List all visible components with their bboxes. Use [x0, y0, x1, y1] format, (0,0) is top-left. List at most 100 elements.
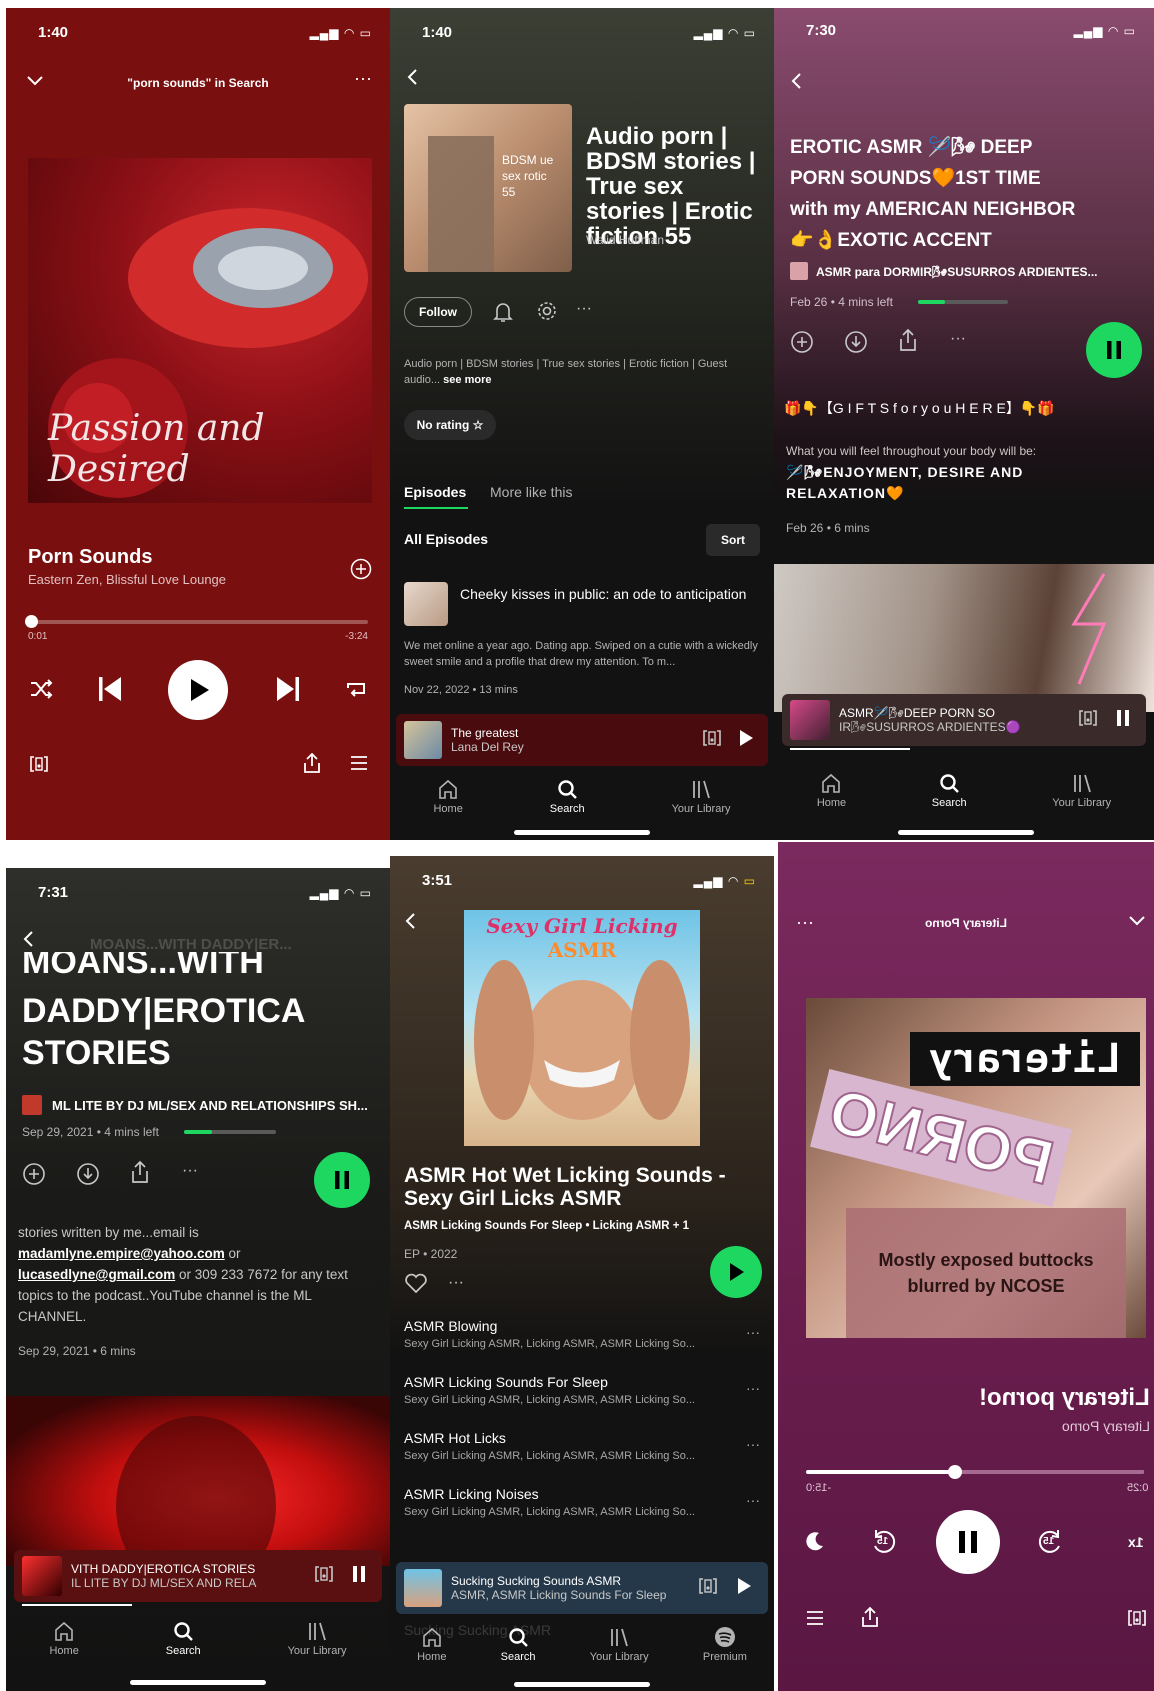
- tab-episodes[interactable]: Episodes: [404, 484, 466, 500]
- back-icon[interactable]: [22, 930, 34, 953]
- mini-pause-icon[interactable]: [1116, 709, 1130, 732]
- mini-player[interactable]: ASMR🪡🌬DEEP PORN SO IR🌬SUSURROS ARDIENTES…: [782, 694, 1146, 746]
- connect-device-icon[interactable]: [701, 728, 723, 753]
- nav-home[interactable]: Home: [817, 772, 846, 809]
- relax-line: RELAXATION🧡: [786, 485, 905, 501]
- nav-home[interactable]: Home: [49, 1620, 79, 1657]
- panel-now-playing-porn-sounds: 1:40 ▂▄▆ ◠ ▭ "porn sounds" in Search ···…: [6, 8, 390, 840]
- repeat-icon[interactable]: [344, 678, 368, 705]
- album-artists[interactable]: ASMR Licking Sounds For Sleep • Licking …: [404, 1220, 689, 1232]
- skip-back-seconds: 15: [877, 1536, 889, 1547]
- mini-play-icon[interactable]: [738, 729, 754, 752]
- back-icon[interactable]: [406, 68, 418, 91]
- previous-icon[interactable]: [96, 674, 124, 709]
- connect-device-icon[interactable]: [697, 1576, 719, 1601]
- elapsed-time: -15:0: [806, 1482, 832, 1494]
- show-name[interactable]: ML LITE BY DJ ML/SEX AND RELATIONSHIPS S…: [52, 1098, 368, 1113]
- share-icon[interactable]: [860, 1606, 880, 1633]
- queue-icon[interactable]: [350, 755, 368, 776]
- nav-search[interactable]: Search: [501, 1626, 536, 1663]
- share-icon[interactable]: [302, 752, 322, 779]
- nav-premium[interactable]: Premium: [703, 1626, 747, 1663]
- shuffle-icon[interactable]: [28, 676, 54, 707]
- track-more-icon[interactable]: ···: [746, 1492, 760, 1508]
- mini-player[interactable]: Sucking Sucking Sounds ASMR ASMR, ASMR L…: [396, 1562, 768, 1614]
- next-icon[interactable]: [274, 674, 302, 709]
- episode-title[interactable]: Cheeky kisses in public: an ode to antic…: [460, 584, 750, 604]
- pause-button[interactable]: [314, 1152, 370, 1208]
- nav-library[interactable]: Your Library: [288, 1620, 346, 1657]
- track-row[interactable]: ASMR Licking Sounds For Sleep Sexy Girl L…: [404, 1374, 760, 1406]
- mini-pause-icon[interactable]: [352, 1565, 366, 1588]
- track-more-icon[interactable]: ···: [746, 1380, 760, 1396]
- see-more-link[interactable]: see more: [443, 374, 491, 386]
- pause-button[interactable]: [1086, 322, 1142, 378]
- player-header-title: "porn sounds" in Search: [127, 76, 269, 90]
- share-icon[interactable]: [130, 1160, 150, 1189]
- download-icon[interactable]: [844, 330, 868, 359]
- pause-button[interactable]: [936, 1510, 1000, 1574]
- track-row[interactable]: ASMR Blowing Sexy Girl Licking ASMR, Lick…: [404, 1318, 760, 1350]
- sort-button[interactable]: Sort: [706, 524, 760, 556]
- mini-play-icon[interactable]: [736, 1577, 752, 1600]
- seek-knob[interactable]: [947, 1465, 962, 1479]
- track-row[interactable]: ASMR Hot Licks Sexy Girl Licking ASMR, Li…: [404, 1430, 760, 1462]
- share-icon[interactable]: [898, 328, 918, 357]
- sleep-timer-moon-icon[interactable]: [804, 1530, 826, 1557]
- album-art: Literary PORNO Mostly exposed buttocks b…: [806, 998, 1146, 1338]
- back-icon[interactable]: [404, 912, 416, 935]
- more-options-icon[interactable]: ···: [576, 300, 592, 318]
- add-to-library-icon[interactable]: [350, 558, 372, 585]
- home-indicator: [514, 830, 650, 835]
- bell-icon[interactable]: [492, 300, 514, 329]
- track-row[interactable]: ASMR Licking Noises Sexy Girl Licking ASM…: [404, 1486, 760, 1518]
- album-art: Passion and Desired: [28, 158, 372, 503]
- play-button[interactable]: [710, 1246, 762, 1298]
- more-options-icon[interactable]: ···: [354, 68, 372, 89]
- connect-device-icon[interactable]: [28, 754, 50, 779]
- gifts-line: 🎁👇【G I F T S f o r y o u H E R E】👇🎁: [784, 400, 1055, 416]
- mini-player[interactable]: The greatest Lana Del Rey: [396, 714, 768, 766]
- add-icon[interactable]: [22, 1162, 46, 1191]
- track-more-icon[interactable]: ···: [746, 1436, 760, 1452]
- more-options-icon[interactable]: ···: [448, 1274, 464, 1292]
- mini-player-subtitle: IR🌬SUSURROS ARDIENTES🟣: [839, 720, 1021, 734]
- nav-search[interactable]: Search: [166, 1620, 201, 1657]
- seek-bar[interactable]: [806, 1470, 1144, 1474]
- back-icon[interactable]: [790, 72, 802, 95]
- playback-speed[interactable]: 1x: [1128, 1534, 1144, 1550]
- chevron-down-icon[interactable]: [1128, 914, 1146, 932]
- seek-bar[interactable]: [28, 620, 368, 624]
- play-button[interactable]: [168, 660, 228, 720]
- queue-icon[interactable]: [806, 1610, 824, 1631]
- nav-home[interactable]: Home: [433, 778, 463, 815]
- email-link-1[interactable]: madamlyne.empire@yahoo.com: [18, 1246, 225, 1261]
- connect-device-icon[interactable]: [1077, 708, 1099, 733]
- add-icon[interactable]: [790, 330, 814, 359]
- more-options-icon[interactable]: ···: [950, 330, 966, 348]
- heart-icon[interactable]: [404, 1272, 428, 1299]
- follow-button[interactable]: Follow: [404, 297, 472, 327]
- mini-player[interactable]: VITH DADDY|EROTICA STORIES IL LITE BY DJ…: [14, 1550, 382, 1602]
- skip-forward-icon[interactable]: 15: [1034, 1526, 1066, 1558]
- settings-gear-icon[interactable]: [536, 300, 558, 327]
- tab-more-like-this[interactable]: More like this: [490, 484, 572, 500]
- nav-search[interactable]: Search: [932, 772, 967, 809]
- show-name[interactable]: ASMR para DORMIR🌬SUSURROS ARDIENTES...: [816, 265, 1097, 279]
- connect-device-icon[interactable]: [1126, 1608, 1148, 1633]
- download-icon[interactable]: [76, 1162, 100, 1191]
- track-more-icon[interactable]: ···: [746, 1324, 760, 1340]
- nav-library[interactable]: Your Library: [590, 1626, 649, 1663]
- rating-button[interactable]: No rating ☆: [404, 410, 496, 440]
- connect-device-icon[interactable]: [313, 1564, 335, 1589]
- skip-back-icon[interactable]: 15: [868, 1526, 900, 1558]
- nav-library[interactable]: Your Library: [672, 778, 730, 815]
- nav-search[interactable]: Search: [550, 778, 585, 815]
- email-link-2[interactable]: lucasedlyne@gmail.com: [18, 1267, 175, 1282]
- show-title: Audio porn | BDSM stories | True sex sto…: [586, 123, 756, 250]
- nav-home[interactable]: Home: [417, 1626, 446, 1663]
- more-options-icon[interactable]: ···: [182, 1162, 198, 1180]
- seek-knob[interactable]: [25, 615, 39, 628]
- nav-library[interactable]: Your Library: [1052, 772, 1111, 809]
- episode-title-line-4: 👉👌EXOTIC ACCENT: [790, 230, 992, 251]
